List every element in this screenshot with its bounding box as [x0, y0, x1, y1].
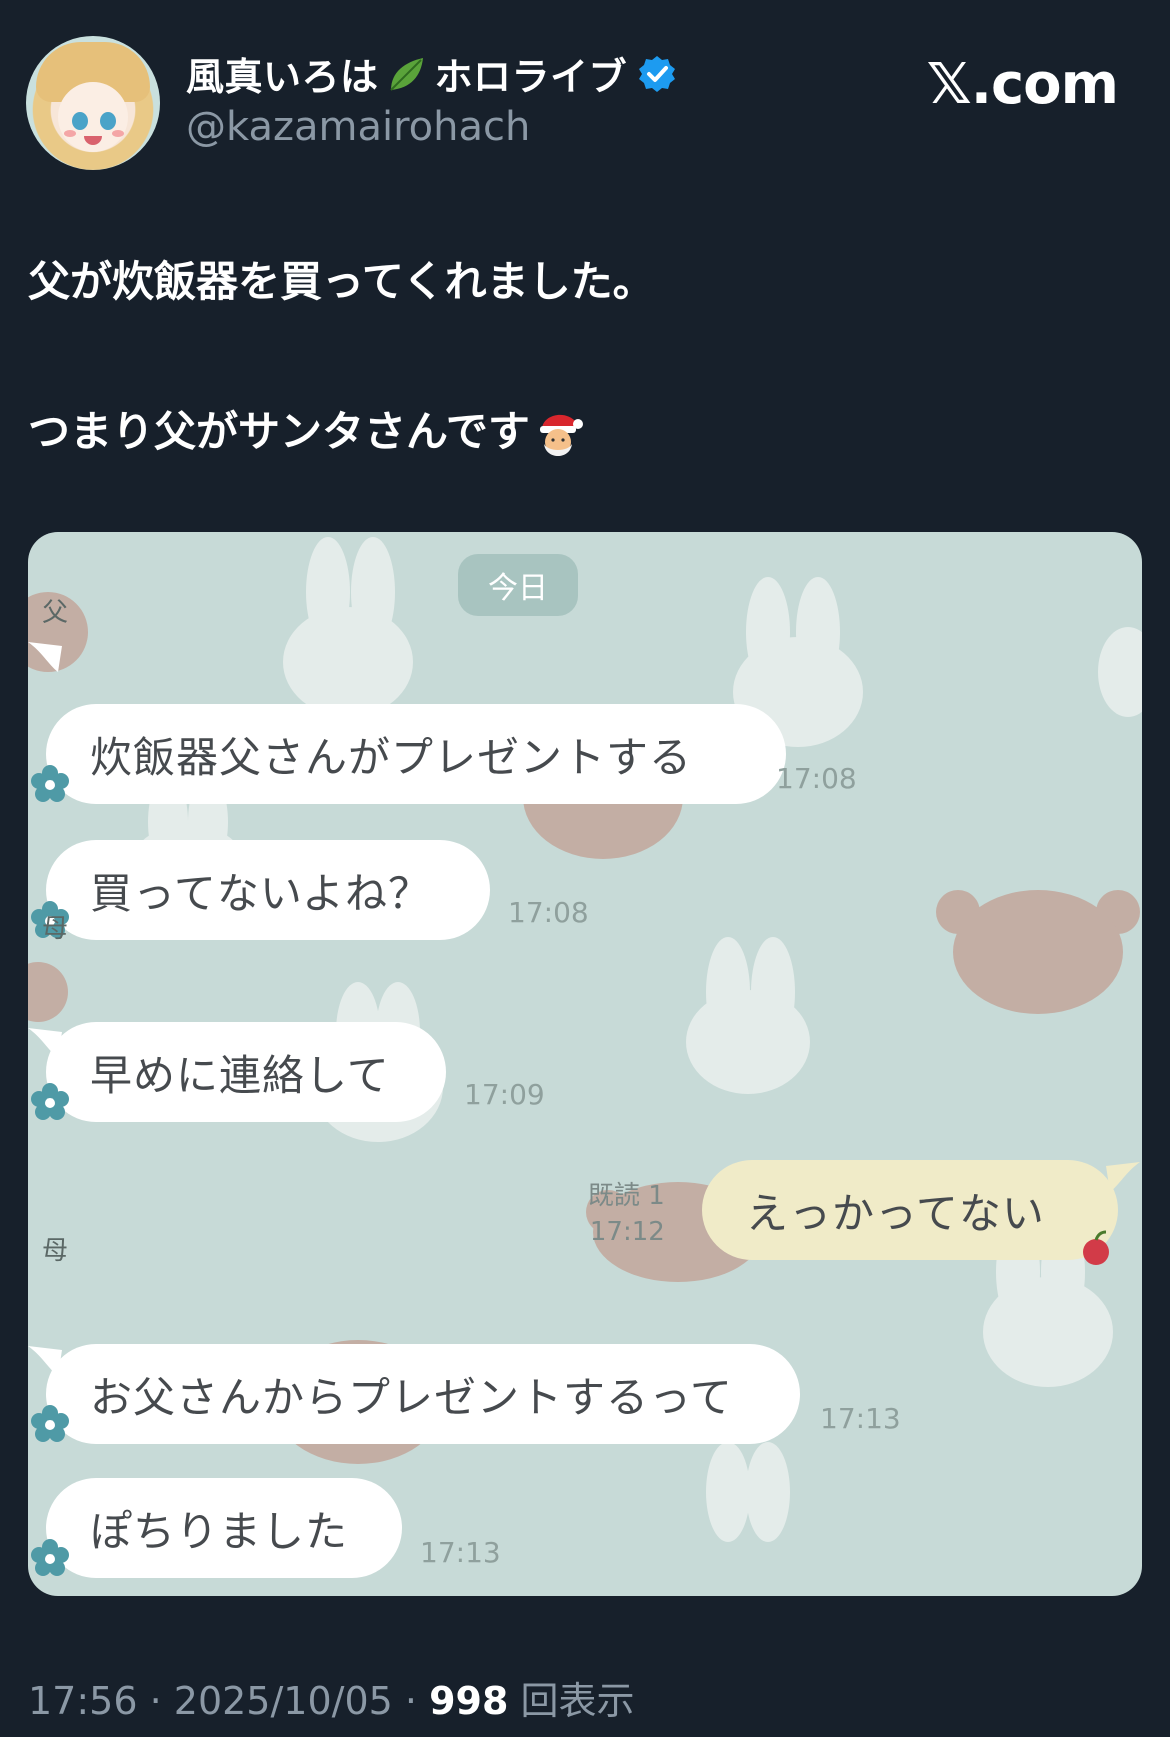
message-time: 17:13	[820, 1402, 901, 1435]
avatar-blush-right	[112, 130, 124, 137]
message-text: えっかってない	[746, 1188, 1045, 1238]
message-time: 17:08	[776, 762, 857, 795]
view-count-label: 回表示	[520, 1679, 635, 1723]
message-bubble[interactable]: 炊飯器父さんがプレゼントする	[46, 704, 786, 804]
message-text: ぽちりました	[90, 1506, 349, 1556]
tweet-meta: 17:56 · 2025/10/05 · 998 回表示	[28, 1670, 635, 1725]
view-count: 998	[429, 1679, 509, 1723]
message-time: 17:09	[464, 1078, 545, 1111]
tweet-date[interactable]: 2025/10/05	[174, 1679, 393, 1723]
apple-icon	[1083, 1230, 1109, 1265]
sender-label: 母	[42, 914, 69, 944]
flower-icon	[31, 1405, 69, 1442]
flower-icon	[31, 1083, 69, 1120]
name-row[interactable]: 風真いろは ホロライブ	[186, 46, 677, 101]
avatar-blush-left	[64, 130, 76, 137]
message-bubble[interactable]: 早めに連絡して	[46, 1022, 446, 1122]
separator-dot: ·	[149, 1679, 174, 1723]
read-receipt: 既読 1 17:12	[588, 1178, 665, 1250]
display-name-suffix[interactable]: ホロライブ	[435, 46, 628, 101]
my-message-bubble[interactable]: えっかってない	[702, 1160, 1118, 1260]
avatar[interactable]	[26, 36, 160, 170]
sender-label: 父	[42, 598, 69, 628]
bubble-tail	[28, 642, 62, 672]
display-name[interactable]: 風真いろは	[186, 46, 379, 101]
message-bubble[interactable]: ぽちりました	[46, 1478, 402, 1578]
message-bubble[interactable]: 買ってないよね？	[46, 840, 490, 940]
flower-icon	[31, 765, 69, 802]
read-status: 既読 1	[588, 1181, 665, 1211]
message-time: 17:12	[589, 1217, 665, 1247]
message-time: 17:13	[420, 1536, 501, 1569]
message-text: 炊飯器父さんがプレゼントする	[90, 732, 693, 782]
tweet-text-line-2: つまり父がサンタさんです	[28, 398, 584, 462]
message-time: 17:08	[508, 896, 589, 929]
site-logo: 𝕏.com	[926, 52, 1119, 117]
message-text: お父さんからプレゼントするって	[90, 1372, 733, 1422]
date-separator: 今日	[458, 554, 578, 616]
bubble-tail	[1106, 1162, 1140, 1192]
leaf-icon	[389, 57, 423, 91]
tweet-time[interactable]: 17:56	[28, 1679, 138, 1723]
message-text: 買ってないよね？	[90, 868, 432, 918]
tweet-text-line-2-text: つまり父がサンタさんです	[28, 407, 530, 456]
chat-screenshot[interactable]: 今日 父 炊飯器父さんがプレゼントする 17:08 買ってないよね？ 17:08…	[28, 532, 1142, 1596]
separator-dot: ·	[404, 1679, 430, 1723]
avatar-eye-right	[100, 112, 116, 130]
sender-label: 母	[42, 1236, 69, 1266]
santa-emoji-icon	[539, 414, 583, 456]
tweet-text-line-1: 父が炊飯器を買ってくれました。	[28, 257, 655, 306]
flower-icon	[31, 1539, 69, 1576]
message-bubble[interactable]: お父さんからプレゼントするって	[46, 1344, 800, 1444]
avatar-eye-left	[72, 112, 88, 130]
user-handle[interactable]: @kazamairohach	[186, 104, 530, 150]
message-text: 早めに連絡して	[90, 1050, 390, 1100]
verified-badge-icon	[639, 55, 676, 92]
